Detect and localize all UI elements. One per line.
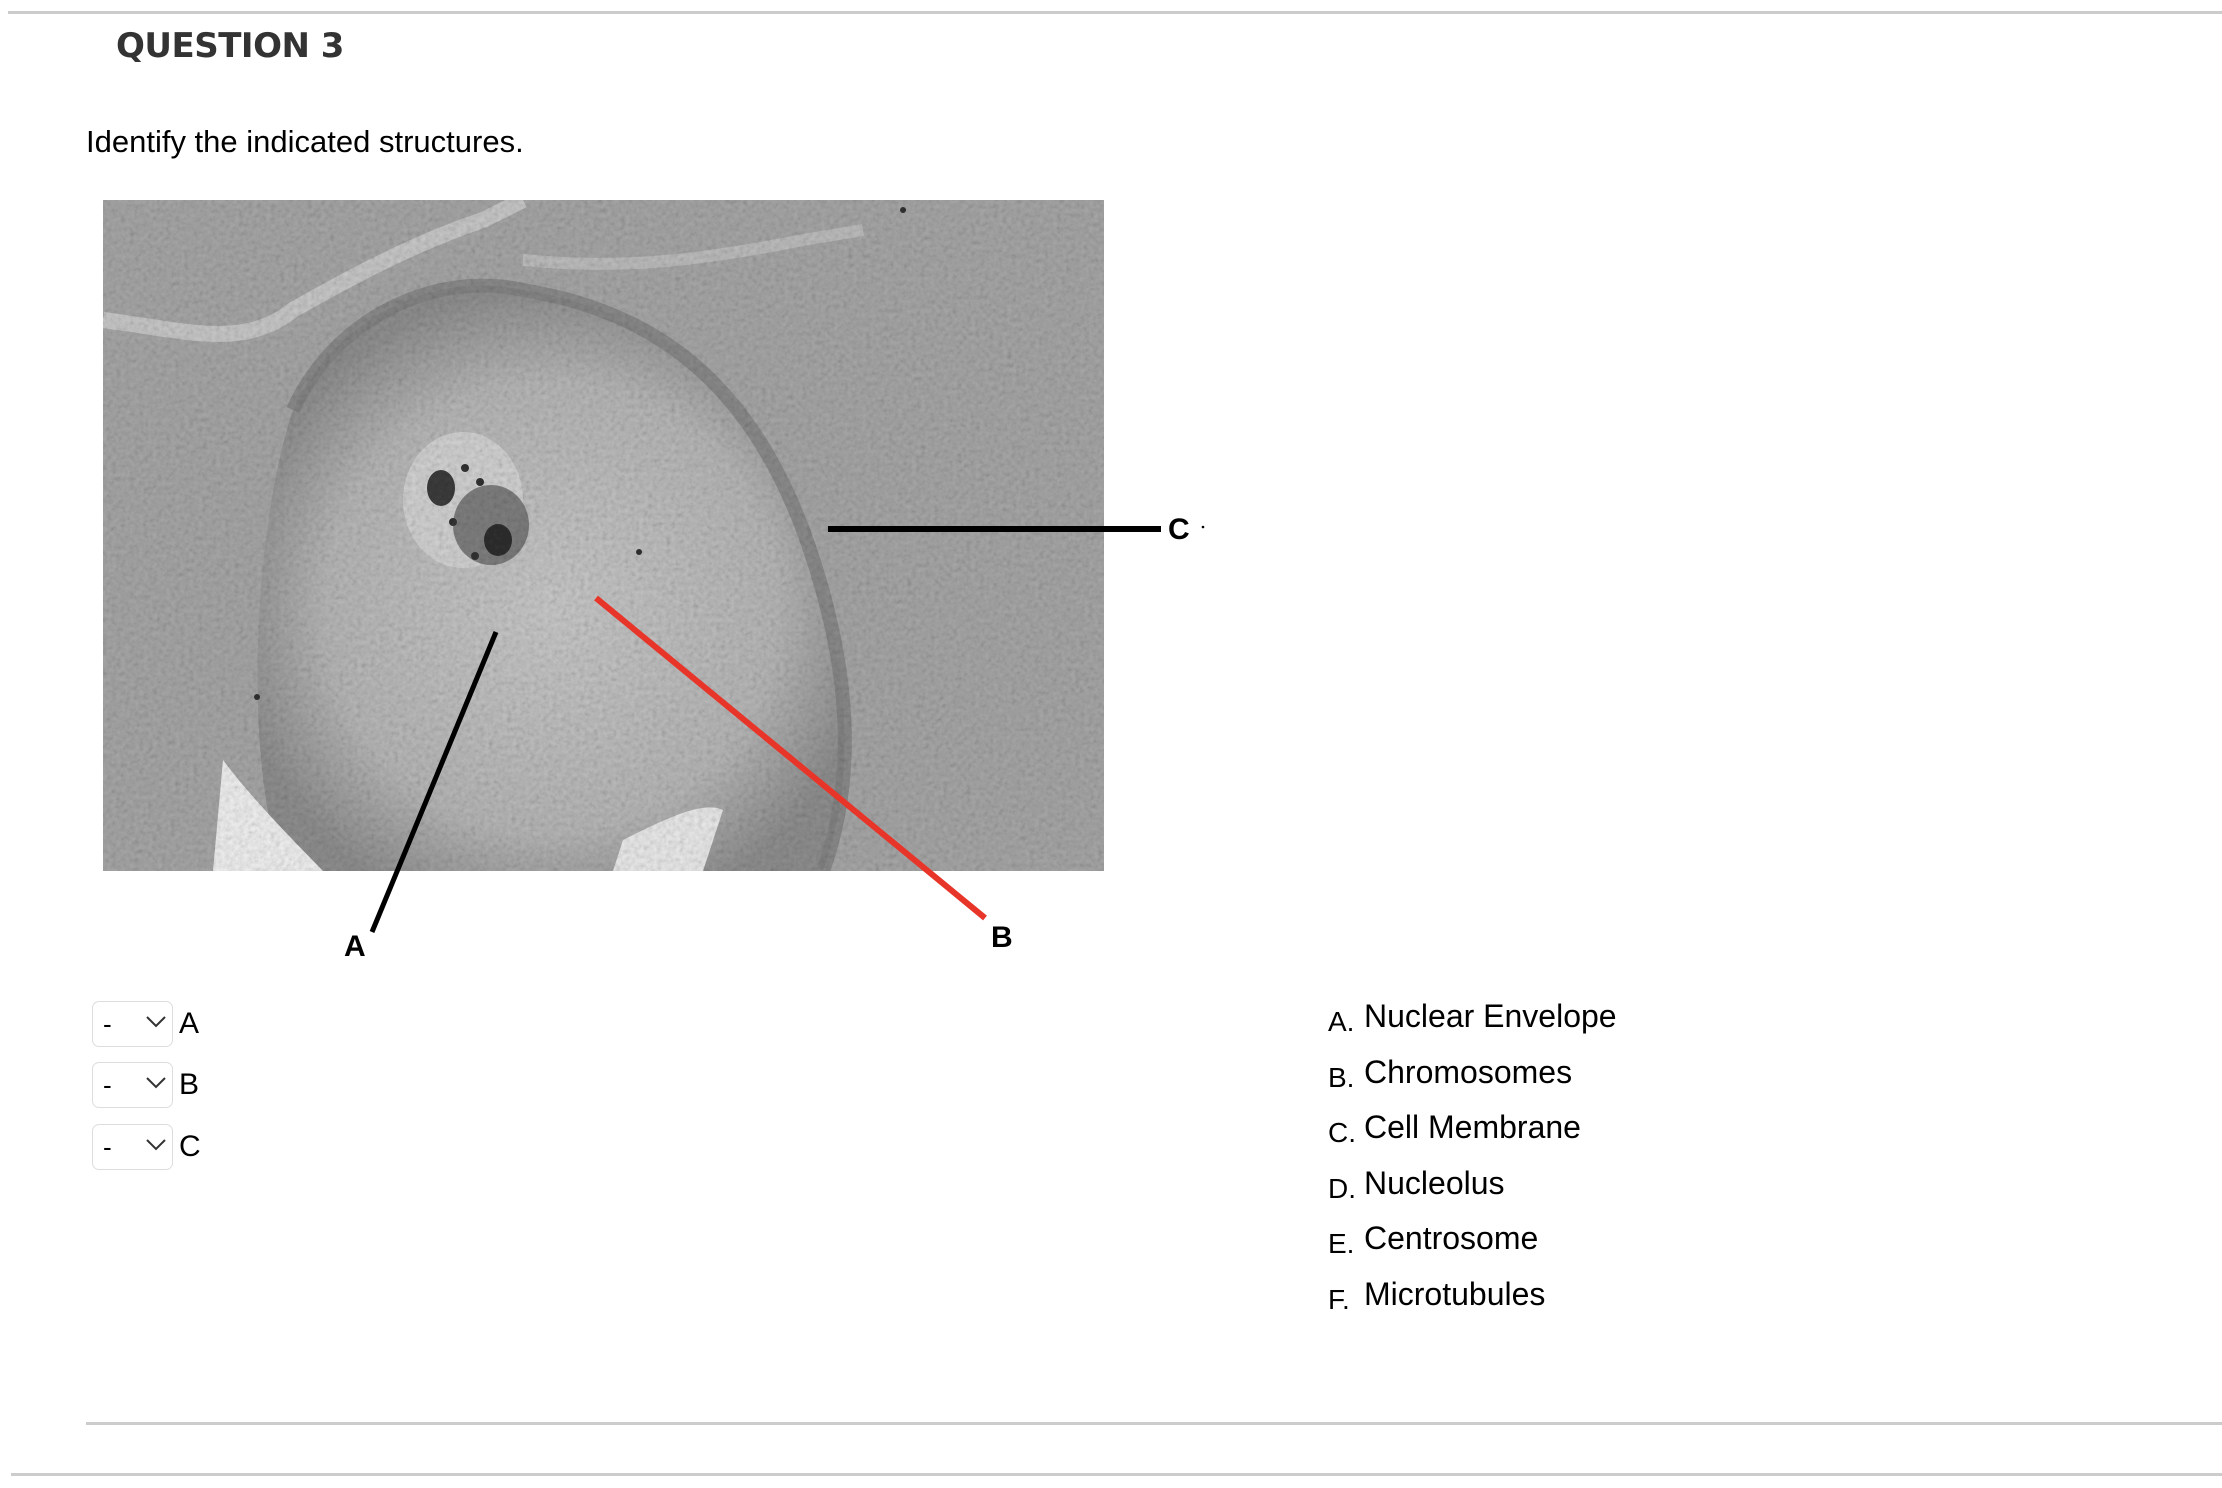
answer-text: Cell Membrane <box>1364 1109 1581 1146</box>
chevron-down-icon <box>146 1016 166 1028</box>
answer-select-b[interactable]: - <box>92 1062 173 1108</box>
answer-text: Microtubules <box>1364 1275 1546 1312</box>
micrograph-image <box>103 200 1104 871</box>
answer-choice: F. Microtubules <box>1328 1276 1617 1332</box>
answer-letter: F. <box>1328 1283 1350 1315</box>
match-row-b: - B <box>92 1061 199 1109</box>
answer-text: Nucleolus <box>1364 1164 1505 1201</box>
top-divider <box>8 11 2222 14</box>
answer-text: Chromosomes <box>1364 1053 1573 1090</box>
match-row-label: A <box>179 1007 200 1040</box>
answer-text: Nuclear Envelope <box>1364 998 1617 1034</box>
answer-select-c[interactable]: - <box>92 1124 173 1170</box>
chevron-down-icon <box>146 1139 166 1151</box>
question-title: QUESTION 3 <box>116 26 344 66</box>
answer-select-a[interactable]: - <box>92 1001 173 1047</box>
figure-label-b: B <box>991 921 1013 954</box>
match-row-c: - C <box>92 1123 201 1171</box>
answer-letter: B. <box>1328 1061 1355 1093</box>
answer-choice: D. Nucleolus <box>1328 1165 1617 1221</box>
figure-label-a: A <box>344 930 366 963</box>
answer-text: Centrosome <box>1364 1220 1539 1257</box>
figure-label-c: C <box>1168 513 1190 546</box>
match-row-label: C <box>179 1130 201 1163</box>
select-value: - <box>103 1132 112 1162</box>
question-bottom-divider <box>86 1422 2222 1425</box>
answer-letter: E. <box>1328 1228 1355 1260</box>
answer-letter: C. <box>1328 1117 1356 1149</box>
chevron-down-icon <box>146 1077 166 1089</box>
answer-letter: A. <box>1328 1006 1355 1037</box>
cell-micrograph <box>103 200 1104 871</box>
pointer-dot-c <box>1201 525 1205 529</box>
page-divider <box>11 1473 2222 1476</box>
answer-choices-list: A. Nuclear Envelope B. Chromosomes C. Ce… <box>1328 998 1617 1332</box>
answer-choice: C. Cell Membrane <box>1328 1109 1617 1165</box>
match-row-a: - A <box>92 1000 199 1048</box>
answer-letter: D. <box>1328 1172 1356 1204</box>
match-row-label: B <box>179 1068 200 1101</box>
answer-choice: E. Centrosome <box>1328 1220 1617 1276</box>
answer-choice: A. Nuclear Envelope <box>1328 998 1617 1054</box>
select-value: - <box>103 1070 112 1100</box>
question-prompt: Identify the indicated structures. <box>86 124 524 159</box>
answer-choice: B. Chromosomes <box>1328 1054 1617 1110</box>
select-value: - <box>103 1009 112 1039</box>
